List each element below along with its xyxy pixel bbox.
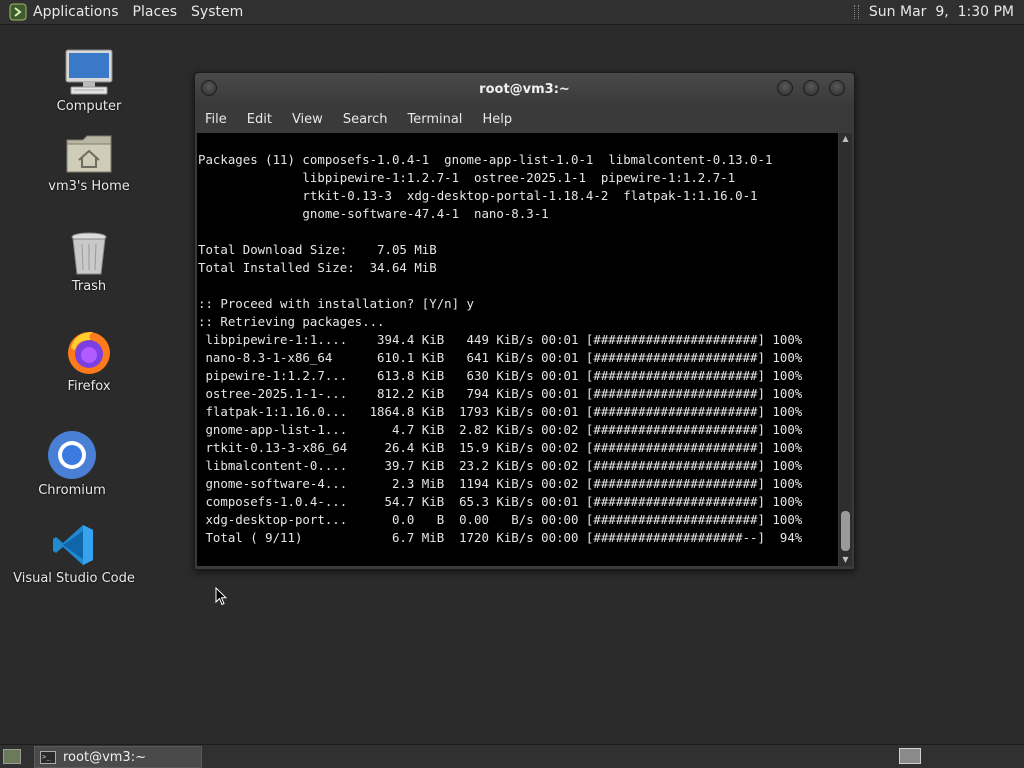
terminal-window[interactable]: root@vm3:~ File Edit View Search Termina… [194, 72, 855, 570]
scroll-down-arrow-icon[interactable]: ▼ [839, 554, 852, 566]
scroll-up-arrow-icon[interactable]: ▲ [839, 133, 852, 145]
menu-file[interactable]: File [205, 112, 227, 127]
minimize-icon[interactable] [777, 80, 793, 96]
desktop-icon-home[interactable]: vm3's Home [24, 126, 154, 194]
show-desktop-icon[interactable] [3, 749, 21, 764]
scrollbar-thumb[interactable] [841, 511, 850, 551]
mouse-pointer-icon [215, 587, 227, 606]
desktop-icon-trash[interactable]: Trash [24, 226, 154, 294]
maximize-icon[interactable] [803, 80, 819, 96]
taskbar-window-button[interactable]: >_ root@vm3:~ [34, 746, 202, 768]
firefox-icon [61, 326, 117, 376]
desktop-icon-label: Computer [56, 99, 122, 114]
menu-help[interactable]: Help [482, 112, 512, 127]
desktop-icon-label: Trash [71, 279, 107, 294]
desktop-icon-firefox[interactable]: Firefox [24, 326, 154, 394]
applications-logo-icon[interactable] [9, 3, 27, 21]
trash-icon [61, 226, 117, 276]
desktop: Applications Places System Sun Mar 9, 1:… [0, 0, 1024, 768]
desktop-icon-vscode[interactable]: Visual Studio Code [9, 518, 139, 586]
window-titlebar[interactable]: root@vm3:~ [195, 73, 854, 105]
menu-edit[interactable]: Edit [247, 112, 272, 127]
terminal-scrollbar[interactable]: ▲ ▼ [839, 133, 852, 566]
menu-terminal[interactable]: Terminal [407, 112, 462, 127]
desktop-icon-chromium[interactable]: Chromium [7, 430, 137, 498]
chromium-icon [44, 430, 100, 480]
computer-icon [61, 46, 117, 96]
window-menu-icon[interactable] [201, 80, 217, 96]
terminal-screen[interactable]: Packages (11) composefs-1.0.4-1 gnome-ap… [197, 133, 838, 566]
terminal-icon: >_ [40, 750, 56, 764]
vscode-icon [46, 518, 102, 568]
desktop-icon-label: Firefox [67, 379, 111, 394]
desktop-icon-computer[interactable]: Computer [24, 46, 154, 114]
taskbar-window-label: root@vm3:~ [63, 749, 146, 765]
terminal-output: Packages (11) composefs-1.0.4-1 gnome-ap… [198, 152, 803, 545]
desktop-icon-label: Visual Studio Code [13, 571, 135, 586]
home-folder-icon [61, 126, 117, 176]
close-icon[interactable] [829, 80, 845, 96]
menu-view[interactable]: View [292, 112, 323, 127]
top-panel: Applications Places System Sun Mar 9, 1:… [0, 0, 1024, 25]
places-menu[interactable]: Places [133, 4, 178, 20]
bottom-panel: >_ root@vm3:~ [0, 744, 1024, 768]
desktop-icon-label: Chromium [38, 483, 106, 498]
panel-right-area: Sun Mar 9, 1:30 PM [853, 4, 1014, 20]
window-title: root@vm3:~ [479, 81, 570, 97]
panel-separator [853, 5, 859, 19]
terminal-menubar: File Edit View Search Terminal Help [195, 105, 854, 133]
system-menu[interactable]: System [191, 4, 243, 20]
desktop-icon-label: vm3's Home [48, 179, 130, 194]
clock[interactable]: Sun Mar 9, 1:30 PM [869, 4, 1014, 20]
menu-search[interactable]: Search [343, 112, 388, 127]
workspace-switcher[interactable] [899, 748, 921, 764]
applications-menu[interactable]: Applications [33, 4, 119, 20]
